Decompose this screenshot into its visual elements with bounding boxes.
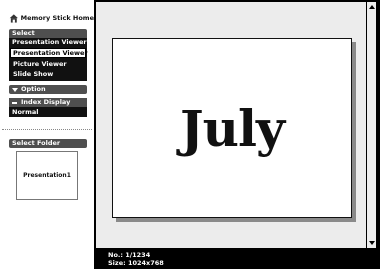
- divider: [2, 129, 92, 130]
- select-value[interactable]: Presentation Viewer: [9, 38, 87, 47]
- memory-stick-home-button[interactable]: Memory Stick Home: [9, 10, 94, 26]
- chevron-down-icon: [12, 87, 18, 92]
- select-header: Select: [9, 29, 87, 38]
- arrow-up-icon: [368, 5, 375, 9]
- dropdown-option-picture-viewer[interactable]: Picture Viewer: [10, 59, 86, 69]
- home-icon: [9, 13, 18, 23]
- index-display-value[interactable]: Normal: [9, 107, 87, 117]
- select-folder-button[interactable]: Select Folder: [9, 139, 87, 148]
- viewer-dropdown[interactable]: Presentation Viewer Picture Viewer Slide…: [9, 47, 88, 81]
- folder-name: Presentation1: [23, 172, 71, 179]
- home-label: Memory Stick Home: [20, 14, 94, 22]
- minus-icon: [12, 101, 17, 104]
- option-label: Option: [21, 85, 46, 93]
- dropdown-option-presentation-viewer[interactable]: Presentation Viewer: [10, 48, 88, 58]
- scroll-down-button[interactable]: [367, 239, 376, 247]
- image-number: No.: 1/1234: [108, 251, 151, 259]
- index-display-header[interactable]: Index Display: [9, 98, 87, 107]
- slide-title: July: [179, 98, 285, 158]
- image-info: No.: 1/1234 Size: 1024x768: [108, 251, 164, 267]
- index-display-label: Index Display: [21, 98, 71, 106]
- slide[interactable]: July: [112, 38, 352, 218]
- option-button[interactable]: Option: [9, 85, 87, 94]
- arrow-down-icon: [368, 241, 375, 245]
- slide-canvas: July: [96, 2, 366, 248]
- sidebar: Memory Stick Home Select Presentation Vi…: [0, 0, 94, 269]
- image-size: Size: 1024x768: [108, 259, 164, 267]
- scroll-up-button[interactable]: [367, 3, 376, 11]
- viewer-pane: July No.: 1/1234 Size: 1024x768: [94, 0, 380, 269]
- dropdown-option-slide-show[interactable]: Slide Show: [10, 69, 86, 79]
- folder-thumbnail[interactable]: Presentation1: [16, 151, 78, 200]
- vertical-scrollbar[interactable]: [367, 2, 376, 248]
